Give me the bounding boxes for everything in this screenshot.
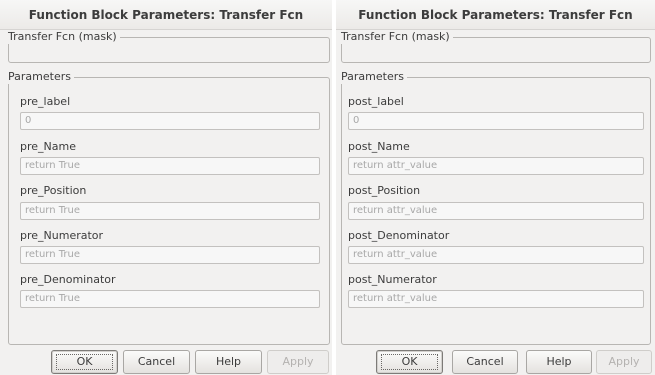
ok-button-label: OK xyxy=(76,355,93,368)
help-button-label: Help xyxy=(215,355,242,368)
param-label: post_label xyxy=(348,95,404,108)
cancel-button-label: Cancel xyxy=(137,355,176,368)
param-field[interactable]: 0 xyxy=(20,112,320,130)
apply-button-label: Apply xyxy=(608,355,640,368)
help-button[interactable]: Help xyxy=(195,350,262,374)
ok-button-label: OK xyxy=(401,355,418,368)
cancel-button[interactable]: Cancel xyxy=(123,350,190,374)
right-dialog: Function Block Parameters: Transfer Fcn … xyxy=(336,0,655,375)
help-button-label: Help xyxy=(546,355,572,368)
help-button[interactable]: Help xyxy=(526,350,592,374)
mask-group-title: Transfer Fcn (mask) xyxy=(8,30,120,44)
param-field[interactable]: return attr_value xyxy=(348,157,644,175)
param-field[interactable]: return True xyxy=(20,290,320,308)
dialog-title: Function Block Parameters: Transfer Fcn xyxy=(336,0,655,30)
param-field[interactable]: return attr_value xyxy=(348,290,644,308)
ok-button[interactable]: OK xyxy=(51,350,118,374)
param-field[interactable]: return True xyxy=(20,157,320,175)
param-label: pre_Name xyxy=(20,140,76,153)
param-label: post_Denominator xyxy=(348,229,450,242)
param-field[interactable]: return attr_value xyxy=(348,246,644,264)
param-label: post_Numerator xyxy=(348,273,437,286)
dialog-title: Function Block Parameters: Transfer Fcn xyxy=(0,0,332,30)
parameters-group-title: Parameters xyxy=(8,70,74,84)
mask-group: Transfer Fcn (mask) xyxy=(341,30,651,63)
apply-button[interactable]: Apply xyxy=(267,350,329,374)
param-field[interactable]: 0 xyxy=(348,112,644,130)
param-field[interactable]: return True xyxy=(20,246,320,264)
parameters-group-title: Parameters xyxy=(341,70,407,84)
param-label: pre_label xyxy=(20,95,71,108)
cancel-button[interactable]: Cancel xyxy=(452,350,518,374)
apply-button-label: Apply xyxy=(282,355,314,368)
param-label: post_Name xyxy=(348,140,410,153)
mask-group: Transfer Fcn (mask) xyxy=(8,30,330,63)
param-label: pre_Position xyxy=(20,184,87,197)
param-label: pre_Denominator xyxy=(20,273,116,286)
cancel-button-label: Cancel xyxy=(466,355,504,368)
apply-button[interactable]: Apply xyxy=(596,350,652,374)
left-dialog: Function Block Parameters: Transfer Fcn … xyxy=(0,0,332,375)
param-label: pre_Numerator xyxy=(20,229,104,242)
param-field[interactable]: return True xyxy=(20,202,320,220)
ok-button[interactable]: OK xyxy=(376,350,443,374)
param-field[interactable]: return attr_value xyxy=(348,202,644,220)
mask-group-title: Transfer Fcn (mask) xyxy=(341,30,453,44)
param-label: post_Position xyxy=(348,184,421,197)
